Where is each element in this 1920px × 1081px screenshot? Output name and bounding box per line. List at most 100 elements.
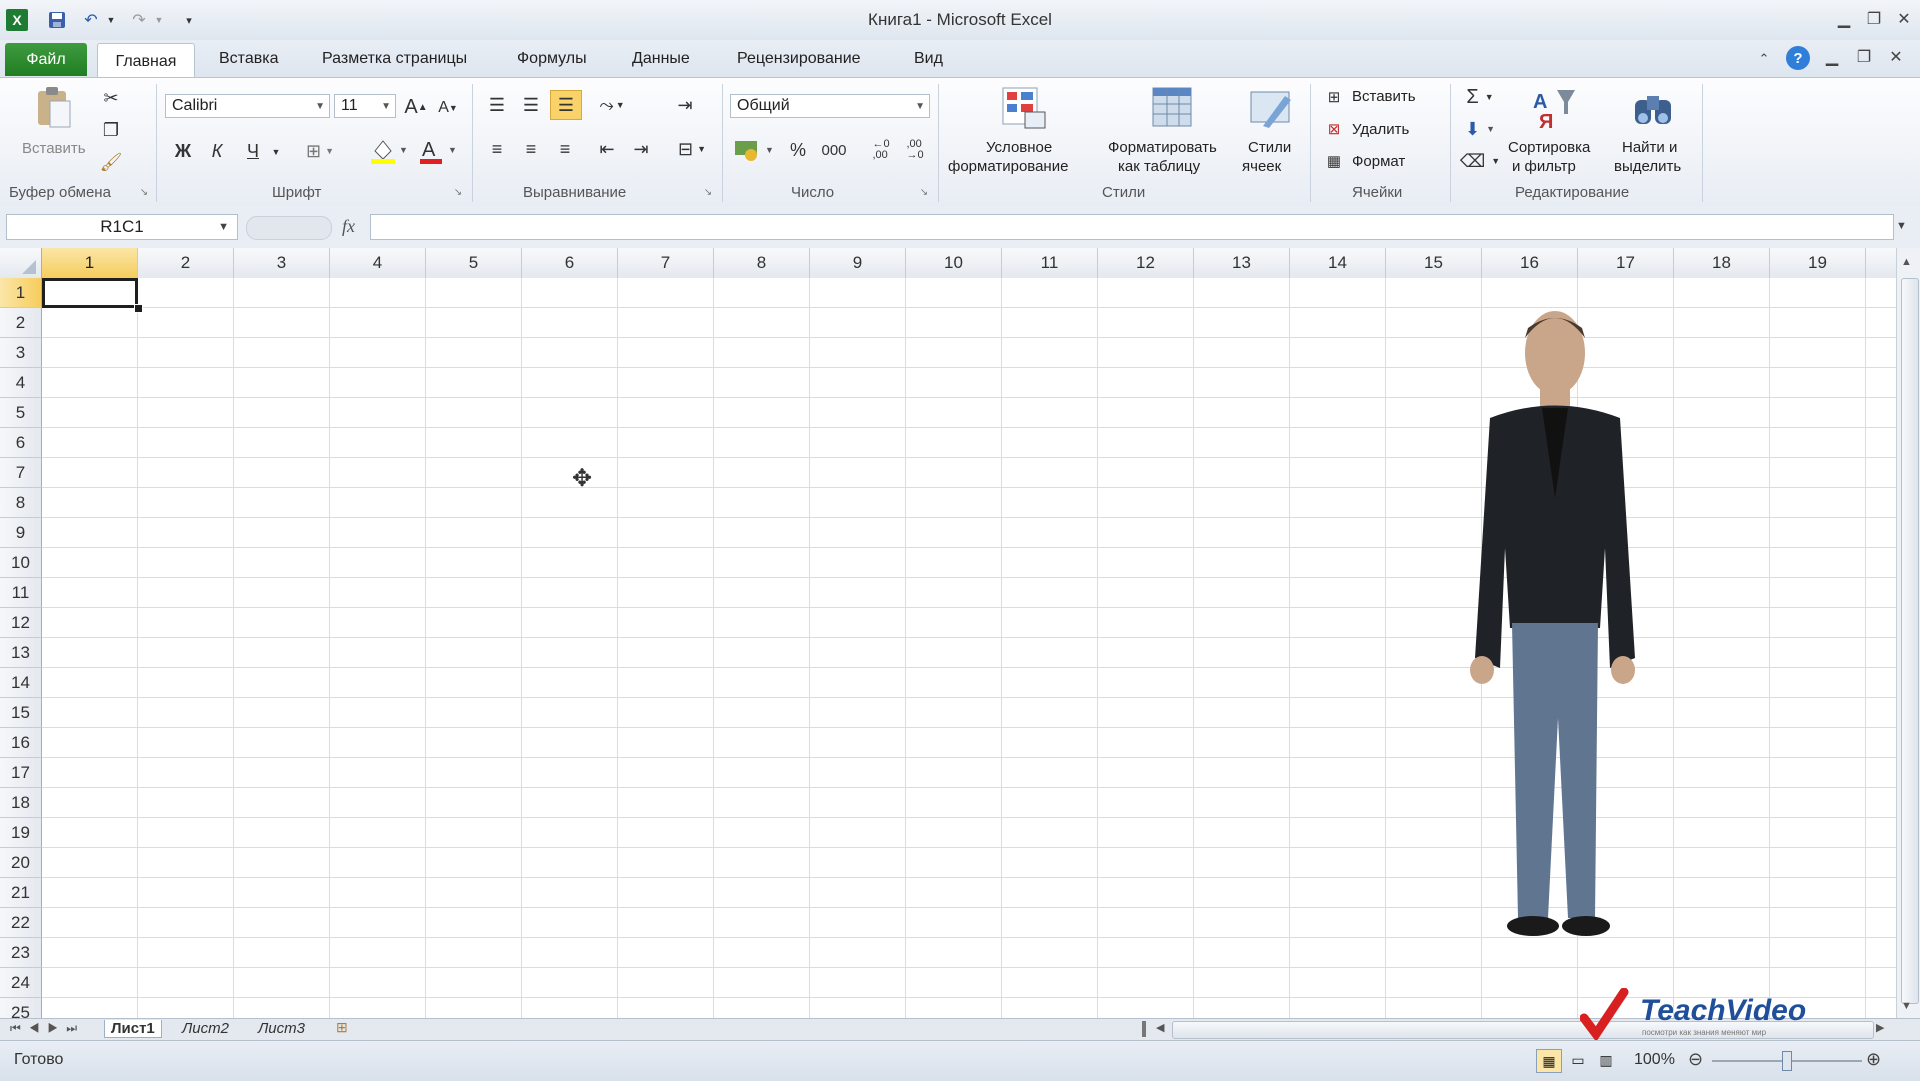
scroll-right-icon[interactable]: ▶ [1876,1021,1884,1034]
column-header[interactable]: 2 [138,248,234,278]
tab-insert[interactable]: Вставка [219,50,278,68]
row-header[interactable]: 19 [0,818,42,848]
scroll-up-icon[interactable]: ▲ [1901,256,1912,268]
row-header[interactable]: 16 [0,728,42,758]
format-cells-button[interactable]: Формат [1352,153,1405,171]
row-header[interactable]: 22 [0,908,42,938]
row-header[interactable]: 5 [0,398,42,428]
vertical-scroll-thumb[interactable] [1901,278,1919,1004]
row-header[interactable]: 21 [0,878,42,908]
sheet-nav-icons[interactable]: ⏮◀▶⏭ [10,1021,85,1036]
sheet-tab-2[interactable]: Лист2 [182,1020,229,1037]
close-icon[interactable]: ✕ [1892,8,1916,30]
tab-page-layout[interactable]: Разметка страницы [322,50,467,68]
row-header[interactable]: 15 [0,698,42,728]
column-header[interactable]: 8 [714,248,810,278]
column-header[interactable]: 5 [426,248,522,278]
sort-filter-line1[interactable]: Сортировка [1508,139,1590,157]
orientation-icon[interactable]: ⤳ ▼ [592,92,632,118]
zoom-in-icon[interactable]: ⊕ [1866,1049,1881,1070]
delete-cells-button[interactable]: Удалить [1352,121,1409,139]
row-header[interactable]: 10 [0,548,42,578]
doc-minimize-icon[interactable]: ▁ [1820,46,1844,68]
align-left-icon[interactable]: ≡ [484,136,510,162]
cell-styles-line2[interactable]: ячеек [1242,158,1281,176]
decrease-decimal-icon[interactable]: ,00 →0 [900,136,930,164]
insert-cells-icon[interactable]: ⊞ [1322,86,1346,108]
column-header[interactable]: 4 [330,248,426,278]
thousands-button[interactable]: 000 [818,136,850,164]
column-header[interactable]: 16 [1482,248,1578,278]
font-color-icon[interactable]: A ▼ [416,136,460,166]
formula-input[interactable] [370,214,1894,240]
align-right-icon[interactable]: ≡ [552,136,578,162]
row-header[interactable]: 11 [0,578,42,608]
column-header[interactable]: 9 [810,248,906,278]
help-icon[interactable]: ? [1786,46,1810,70]
find-select-line2[interactable]: выделить [1614,158,1681,176]
font-name-select[interactable]: Calibri ▼ [165,94,330,118]
cell-styles-line1[interactable]: Стили [1248,139,1291,157]
sort-filter-icon[interactable]: АЯ [1530,86,1578,130]
increase-indent-icon[interactable]: ⇥ [626,136,656,162]
format-painter-icon[interactable]: 🖌 [98,150,124,174]
row-header[interactable]: 8 [0,488,42,518]
number-launcher-icon[interactable]: ↘ [918,186,930,198]
cut-icon[interactable]: ✂ [98,86,124,110]
grow-font-icon[interactable]: A ▲ [402,94,430,120]
paste-button[interactable]: Вставить [22,140,86,158]
percent-button[interactable]: % [784,136,812,164]
find-select-icon[interactable] [1630,86,1678,130]
vertical-scrollbar[interactable]: ▲ ▼ [1896,248,1920,1018]
column-header[interactable]: 15 [1386,248,1482,278]
tab-split-handle[interactable] [1142,1021,1146,1037]
column-header[interactable]: 18 [1674,248,1770,278]
clear-icon[interactable]: ⌫ ▼ [1460,148,1500,174]
active-cell[interactable] [42,278,138,308]
fill-handle[interactable] [134,304,143,313]
row-header[interactable]: 9 [0,518,42,548]
underline-button[interactable]: Ч [240,138,266,164]
row-header[interactable]: 4 [0,368,42,398]
tab-home[interactable]: Главная [97,43,195,80]
align-middle-icon[interactable]: ☰ [518,92,544,118]
row-header[interactable]: 24 [0,968,42,998]
fill-icon[interactable]: ⬇ ▼ [1460,116,1500,142]
select-all-button[interactable] [0,248,42,278]
row-header[interactable]: 25 [0,998,42,1018]
format-as-table-icon[interactable] [1150,86,1198,130]
column-header[interactable]: 7 [618,248,714,278]
italic-button[interactable]: К [204,138,230,164]
column-header[interactable]: 11 [1002,248,1098,278]
zoom-out-icon[interactable]: ⊖ [1688,1049,1703,1070]
doc-restore-icon[interactable]: ❐ [1852,46,1876,68]
name-box-dropdown-icon[interactable]: ▼ [218,221,229,233]
currency-icon[interactable]: ▼ [732,136,778,164]
restore-icon[interactable]: ❐ [1862,8,1886,30]
alignment-launcher-icon[interactable]: ↘ [702,186,714,198]
fill-color-icon[interactable]: ▼ [368,136,410,166]
row-header[interactable]: 2 [0,308,42,338]
format-cells-icon[interactable]: ▦ [1322,150,1346,172]
tab-data[interactable]: Данные [632,50,690,68]
column-header[interactable]: 3 [234,248,330,278]
conditional-formatting-line2[interactable]: форматирование [948,158,1068,176]
sort-filter-line2[interactable]: и фильтр [1512,158,1576,176]
borders-icon[interactable]: ⊞ ▼ [300,138,340,164]
tab-view[interactable]: Вид [914,50,943,68]
row-header[interactable]: 17 [0,758,42,788]
shrink-font-icon[interactable]: A ▼ [434,96,462,120]
column-header[interactable]: 13 [1194,248,1290,278]
find-select-line1[interactable]: Найти и [1622,139,1677,157]
delete-cells-icon[interactable]: ⊠ [1322,118,1346,140]
name-box[interactable]: R1C1 ▼ [6,214,238,240]
scroll-down-icon[interactable]: ▼ [1901,1000,1912,1012]
insert-cells-button[interactable]: Вставить [1352,88,1416,106]
tab-formulas[interactable]: Формулы [517,50,587,68]
column-header[interactable]: 6 [522,248,618,278]
conditional-formatting-line1[interactable]: Условное [986,139,1052,157]
row-header[interactable]: 18 [0,788,42,818]
normal-view-icon[interactable]: ▦ [1536,1049,1562,1073]
align-top-icon[interactable]: ☰ [484,92,510,118]
insert-sheet-icon[interactable]: ⊞ [336,1019,348,1036]
